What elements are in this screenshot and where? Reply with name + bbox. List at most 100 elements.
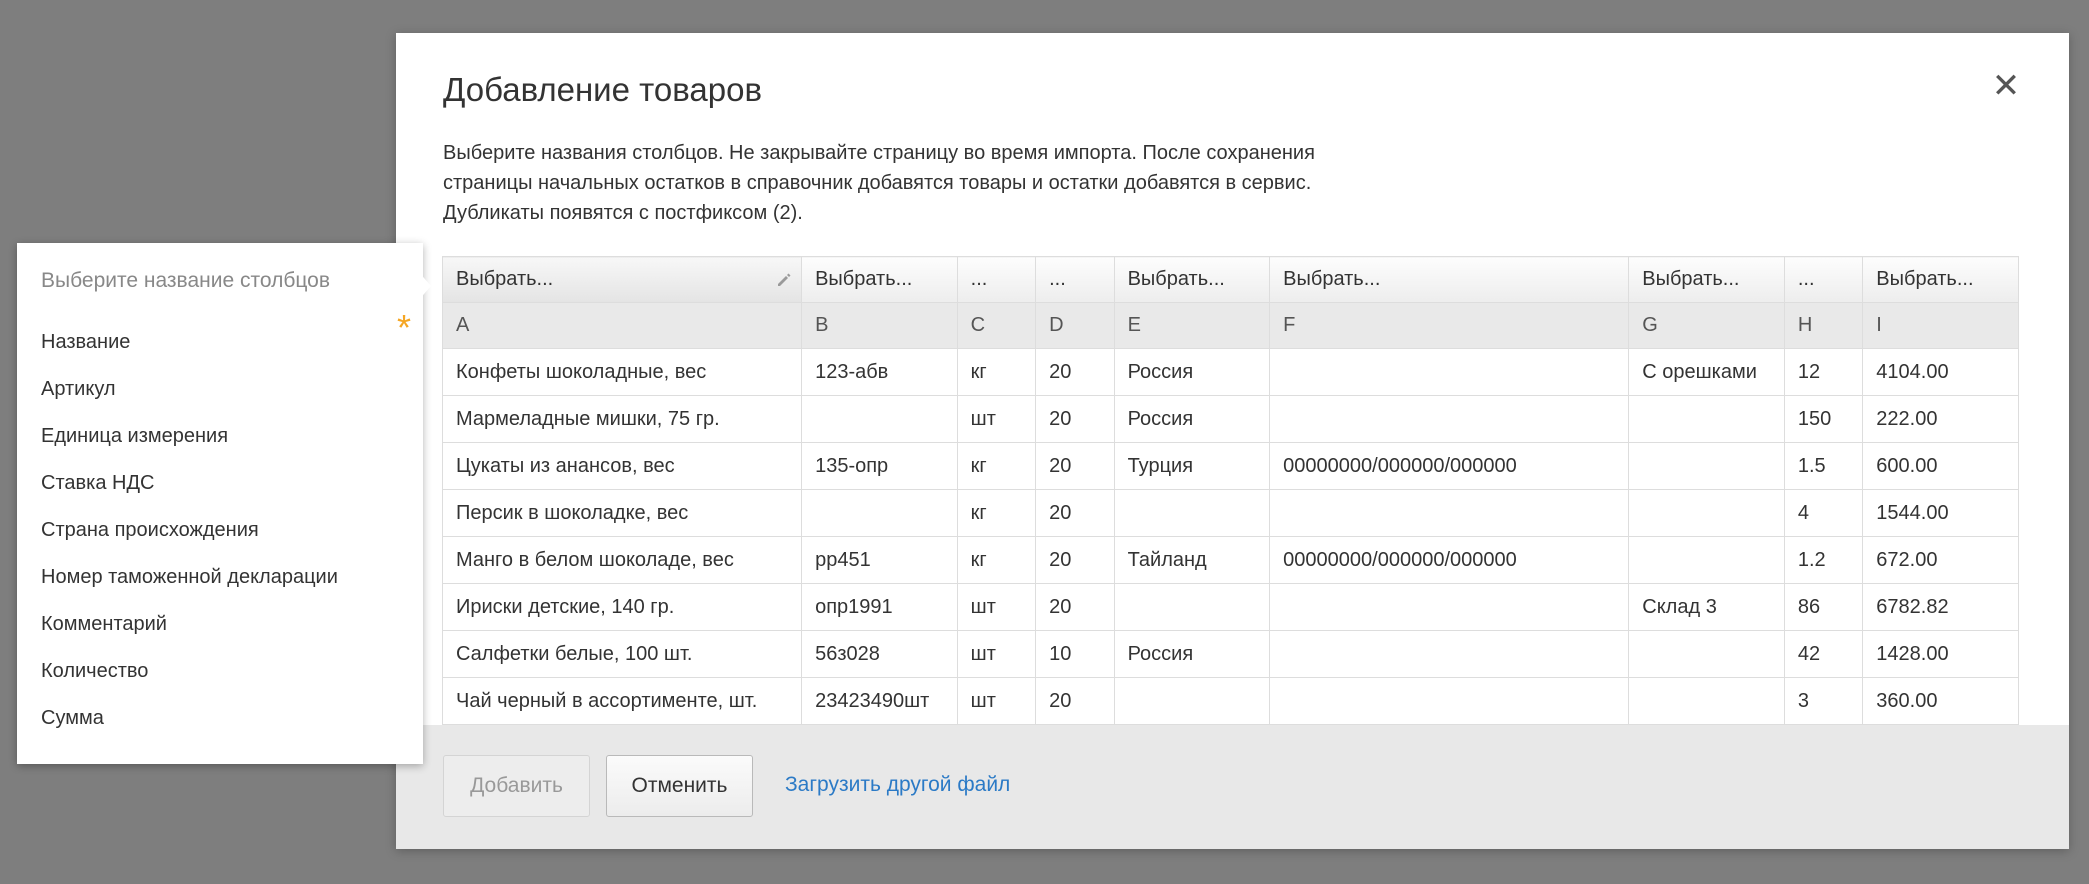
table-cell: 20 (1035, 442, 1115, 490)
table-cell: Россия (1113, 395, 1271, 443)
table-cell: 135-опр (801, 442, 958, 490)
column-option-comment[interactable]: Комментарий (41, 609, 411, 656)
table-cell: Мармеладные мишки, 75 гр. (442, 395, 803, 443)
table-cell: 150 (1783, 395, 1864, 443)
table-cell (1113, 583, 1271, 631)
import-dialog: Добавление товаров ✕ Выберите названия с… (396, 33, 2069, 849)
table-cell (1269, 630, 1630, 678)
table-cell: 00000000/000000/000000 (1269, 442, 1630, 490)
table-cell: 123-абв (801, 348, 958, 396)
column-select-a[interactable]: Выбрать... (442, 256, 803, 303)
table-cell: кг (956, 489, 1037, 537)
table-cell: 4104.00 (1862, 348, 2019, 396)
table-cell: Цукаты из анансов, вес (442, 442, 803, 490)
column-select-b[interactable]: Выбрать... (801, 256, 958, 303)
table-cell: 1.2 (1783, 536, 1864, 584)
column-select-f[interactable]: Выбрать... (1269, 256, 1630, 303)
pencil-icon (778, 273, 791, 286)
cancel-button[interactable]: Отменить (606, 755, 753, 817)
close-icon[interactable]: ✕ (1989, 69, 2023, 103)
table-cell: 1.5 (1783, 442, 1864, 490)
column-option-unit[interactable]: Единица измерения (41, 421, 411, 468)
table-cell: 4 (1783, 489, 1864, 537)
column-name-list: Название * Артикул Единица измерения Ста… (41, 310, 411, 750)
table-row: Мармеладные мишки, 75 гр. шт 20 Россия 1… (442, 395, 2019, 443)
table-cell: 86 (1783, 583, 1864, 631)
column-letter: I (1862, 302, 2019, 349)
preview-table-container: Выбрать... Выбрать... ... ... Выбрать...… (442, 256, 2019, 757)
dropdown-header: Выберите название столбцов (41, 269, 330, 292)
table-cell (801, 395, 958, 443)
table-cell (1269, 348, 1630, 396)
column-letter: E (1113, 302, 1271, 349)
column-select-d[interactable]: ... (1035, 256, 1115, 303)
column-letter: D (1035, 302, 1115, 349)
table-cell: Россия (1113, 348, 1271, 396)
description-line: Выберите названия столбцов. Не закрывайт… (443, 142, 1315, 164)
table-cell (1628, 536, 1785, 584)
dropdown-pointer (417, 270, 431, 302)
table-cell: 672.00 (1862, 536, 2019, 584)
table-cell: рр451 (801, 536, 958, 584)
table-row: Чай черный в ассортименте, шт. 23423490ш… (442, 677, 2019, 725)
table-cell (1269, 583, 1630, 631)
table-cell: С орешками (1628, 348, 1785, 396)
table-cell: 1428.00 (1862, 630, 2019, 678)
table-cell (1628, 630, 1785, 678)
table-cell: 42 (1783, 630, 1864, 678)
table-cell: 00000000/000000/000000 (1269, 536, 1630, 584)
column-select-g[interactable]: Выбрать... (1628, 256, 1785, 303)
column-select-label: Выбрать... (456, 268, 554, 290)
column-letter: C (956, 302, 1037, 349)
table-cell: Манго в белом шоколаде, вес (442, 536, 803, 584)
column-option-customs-declaration[interactable]: Номер таможенной декларации (41, 562, 411, 609)
column-option-name[interactable]: Название * (41, 310, 411, 374)
column-select-h[interactable]: ... (1783, 256, 1864, 303)
dialog-footer: Добавить Отменить Загрузить другой файл (396, 725, 2069, 849)
column-option-vat-rate[interactable]: Ставка НДС (41, 468, 411, 515)
column-letter-row: A B C D E F G H I (442, 302, 2019, 349)
table-cell (1269, 677, 1630, 725)
table-row: Цукаты из анансов, вес 135-опр кг 20 Тур… (442, 442, 2019, 490)
column-select-row: Выбрать... Выбрать... ... ... Выбрать...… (442, 256, 2019, 303)
column-letter: G (1628, 302, 1785, 349)
table-cell (1628, 677, 1785, 725)
table-cell: 20 (1035, 489, 1115, 537)
table-cell: Конфеты шоколадные, вес (442, 348, 803, 396)
table-cell (1269, 489, 1630, 537)
table-row: Манго в белом шоколаде, вес рр451 кг 20 … (442, 536, 2019, 584)
table-cell: 56з028 (801, 630, 958, 678)
table-cell (801, 489, 958, 537)
table-cell (1628, 489, 1785, 537)
table-cell: 360.00 (1862, 677, 2019, 725)
description-line: страницы начальных остатков в справочник… (443, 172, 1312, 194)
required-star-icon: * (396, 307, 411, 348)
add-button[interactable]: Добавить (443, 755, 590, 817)
table-cell: шт (956, 677, 1037, 725)
table-cell: Ириски детские, 140 гр. (442, 583, 803, 631)
column-select-e[interactable]: Выбрать... (1113, 256, 1271, 303)
column-select-c[interactable]: ... (956, 256, 1037, 303)
table-cell: 12 (1783, 348, 1864, 396)
dialog-description: Выберите названия столбцов. Не закрывайт… (443, 138, 1443, 228)
table-cell: Чай черный в ассортименте, шт. (442, 677, 803, 725)
table-row: Салфетки белые, 100 шт. 56з028 шт 10 Рос… (442, 630, 2019, 678)
table-cell: 6782.82 (1862, 583, 2019, 631)
table-cell: 20 (1035, 395, 1115, 443)
table-row: Конфеты шоколадные, вес 123-абв кг 20 Ро… (442, 348, 2019, 396)
table-cell: Тайланд (1113, 536, 1271, 584)
description-line: Дубликаты появятся с постфиксом (2). (443, 202, 803, 224)
table-cell: 23423490шт (801, 677, 958, 725)
table-cell: Россия (1113, 630, 1271, 678)
table-cell: шт (956, 583, 1037, 631)
column-option-label: Название (41, 331, 131, 353)
column-option-quantity[interactable]: Количество (41, 656, 411, 703)
upload-another-file-link[interactable]: Загрузить другой файл (785, 773, 1010, 797)
preview-table-body: Конфеты шоколадные, вес 123-абв кг 20 Ро… (442, 348, 2019, 725)
column-option-country[interactable]: Страна происхождения (41, 515, 411, 562)
column-letter: F (1269, 302, 1630, 349)
column-option-article[interactable]: Артикул (41, 374, 411, 421)
column-option-sum[interactable]: Сумма (41, 703, 411, 750)
column-select-i[interactable]: Выбрать... (1862, 256, 2019, 303)
table-cell (1628, 395, 1785, 443)
